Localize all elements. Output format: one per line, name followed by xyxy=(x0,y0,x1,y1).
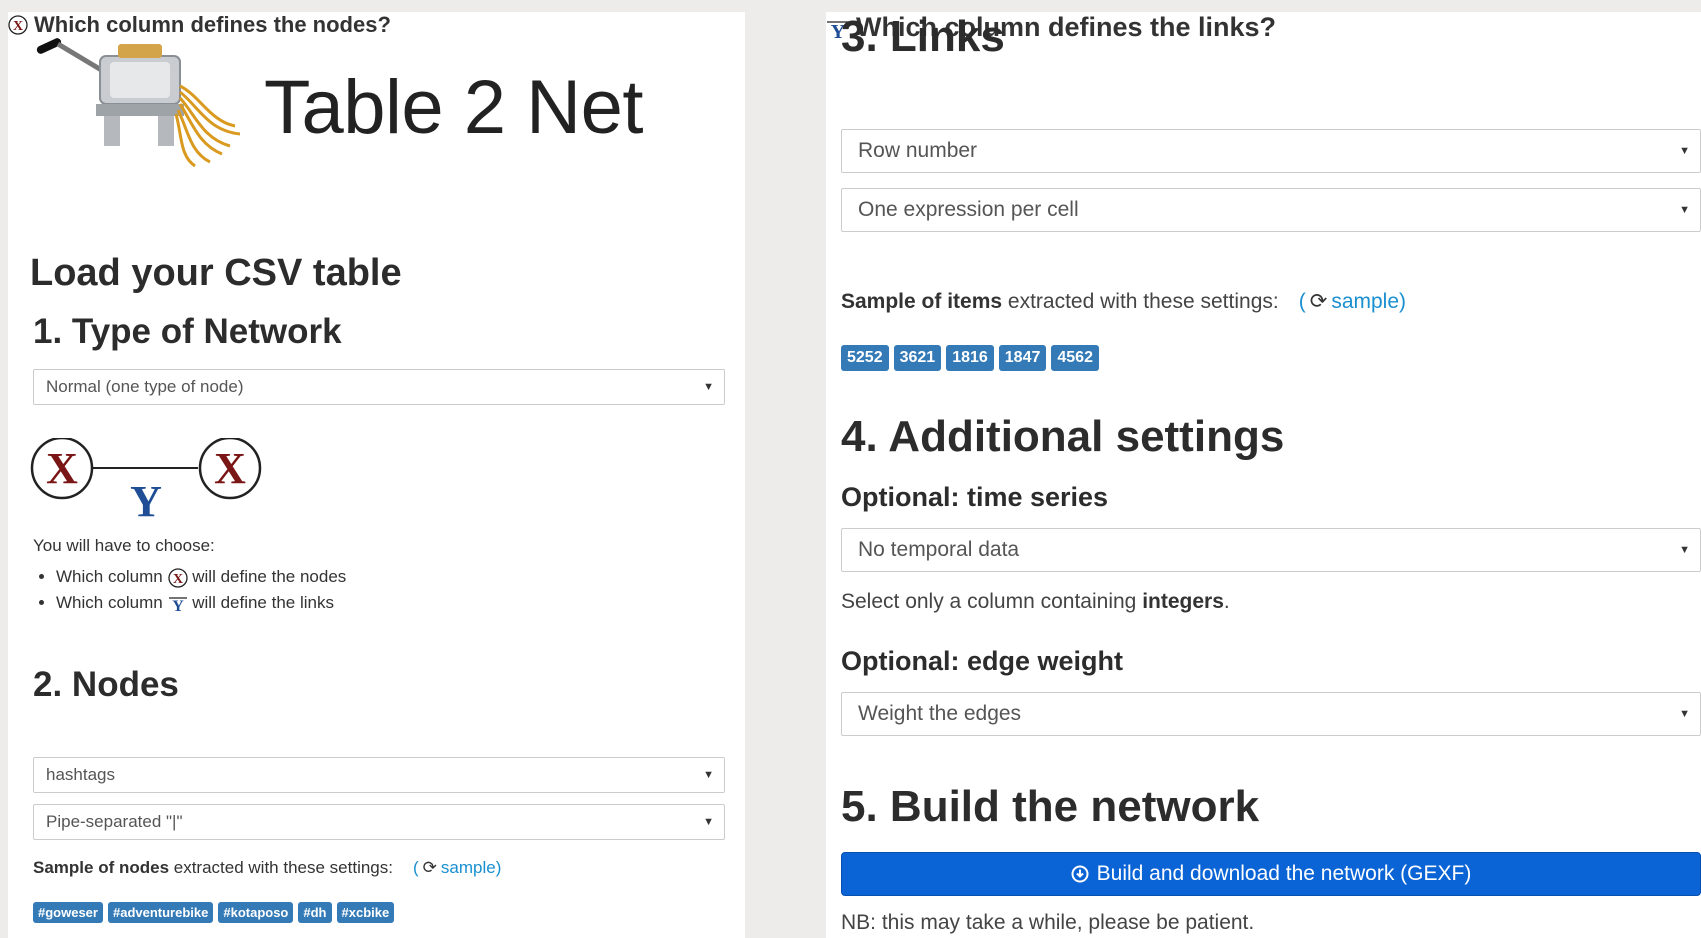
node-tag: #goweser xyxy=(33,902,103,923)
nodes-separator-select[interactable]: Pipe-separated "|" ▼ xyxy=(33,804,725,840)
refresh-icon: ⟳ xyxy=(422,858,437,877)
link-tag: 5252 xyxy=(841,345,889,371)
chevron-down-icon: ▼ xyxy=(1679,708,1690,720)
time-series-value: No temporal data xyxy=(858,538,1020,561)
nodes-separator-value: Pipe-separated "|" xyxy=(46,812,183,831)
additional-heading: 4. Additional settings xyxy=(841,412,1285,461)
network-type-select[interactable]: Normal (one type of node) ▼ xyxy=(33,369,725,405)
node-tag: #xcbike xyxy=(336,902,395,923)
build-heading: 5. Build the network xyxy=(841,782,1260,831)
refresh-icon: ⟳ xyxy=(1309,290,1328,313)
time-series-hint: Select only a column containing integers… xyxy=(841,590,1230,613)
network-type-value: Normal (one type of node) xyxy=(46,377,244,396)
build-download-button[interactable]: Build and download the network (GEXF) xyxy=(841,852,1701,896)
time-series-select[interactable]: No temporal data ▼ xyxy=(841,528,1701,572)
build-button-label: Build and download the network (GEXF) xyxy=(1096,862,1472,885)
network-diagram: X X Y xyxy=(30,438,262,518)
svg-text:X: X xyxy=(172,572,182,587)
nodes-sample-tags: #goweser #adventurebike #kotaposo #dh #x… xyxy=(33,902,395,923)
svg-text:X: X xyxy=(13,19,23,34)
links-heading: 3. Links xyxy=(841,12,1005,61)
choose-intro: You will have to choose: xyxy=(33,536,215,555)
app-title: Table 2 Net xyxy=(264,65,643,150)
node-x-icon: X xyxy=(167,567,188,588)
choose-list: Which column X will define the nodes Whi… xyxy=(34,567,346,618)
link-tag: 3621 xyxy=(893,345,942,371)
chevron-down-icon: ▼ xyxy=(703,381,714,393)
links-column-select[interactable]: Row number ▼ xyxy=(841,129,1701,173)
links-sample-line: Sample of items extracted with these set… xyxy=(841,289,1407,314)
choose-item-nodes: Which column X will define the nodes xyxy=(56,567,346,588)
links-sample-bold: Sample of items xyxy=(841,289,1003,313)
chevron-down-icon: ▼ xyxy=(1679,204,1690,216)
link-y: Y xyxy=(130,477,162,518)
network-type-heading: 1. Type of Network xyxy=(33,312,342,351)
nodes-sample-bold: Sample of nodes xyxy=(33,858,170,877)
node-x-left: X xyxy=(46,444,78,493)
nodes-column-select[interactable]: hashtags ▼ xyxy=(33,757,725,793)
choose-item-links: Which column Y will define the links xyxy=(56,593,346,613)
nodes-sample-line: Sample of nodes extracted with these set… xyxy=(33,858,502,878)
links-mode-value: One expression per cell xyxy=(858,198,1079,221)
link-tag: 1847 xyxy=(998,345,1047,371)
nodes-column-value: hashtags xyxy=(46,765,115,784)
nodes-sample-link[interactable]: (⟳ sample) xyxy=(413,858,501,878)
edge-weight-heading: Optional: edge weight xyxy=(841,646,1123,676)
edge-weight-value: Weight the edges xyxy=(858,702,1022,725)
edge-weight-select[interactable]: Weight the edges ▼ xyxy=(841,692,1701,736)
link-y-icon: Y xyxy=(168,597,187,612)
links-mode-select[interactable]: One expression per cell ▼ xyxy=(841,188,1701,232)
links-column-value: Row number xyxy=(858,139,978,162)
links-sample-link[interactable]: (⟳ sample) xyxy=(1299,289,1406,314)
chevron-down-icon: ▼ xyxy=(703,816,714,828)
link-tag: 1816 xyxy=(946,345,994,371)
node-tag: #adventurebike xyxy=(107,902,214,923)
node-tag: #kotaposo xyxy=(218,902,294,923)
time-series-heading: Optional: time series xyxy=(841,482,1109,512)
download-circle-icon xyxy=(1071,865,1089,883)
nodes-heading: 2. Nodes xyxy=(33,665,179,704)
load-heading: Load your CSV table xyxy=(30,252,402,294)
chevron-down-icon: ▼ xyxy=(1679,145,1690,157)
node-tag: #dh xyxy=(298,902,332,923)
pasta-machine-logo xyxy=(36,38,241,168)
right-panel: 3. Links Y Which column defines the link… xyxy=(826,12,1701,938)
build-note: NB: this may take a while, please be pat… xyxy=(841,911,1255,934)
node-x-icon: X xyxy=(8,15,28,35)
chevron-down-icon: ▼ xyxy=(1679,544,1690,556)
links-sample-tags: 5252 3621 1816 1847 4562 xyxy=(841,345,1099,371)
left-panel: Table 2 Net Load your CSV table 1. Type … xyxy=(8,12,745,938)
chevron-down-icon: ▼ xyxy=(703,769,714,781)
node-x-right: X xyxy=(214,444,246,493)
svg-text:Y: Y xyxy=(172,598,184,612)
link-tag: 4562 xyxy=(1051,345,1099,371)
